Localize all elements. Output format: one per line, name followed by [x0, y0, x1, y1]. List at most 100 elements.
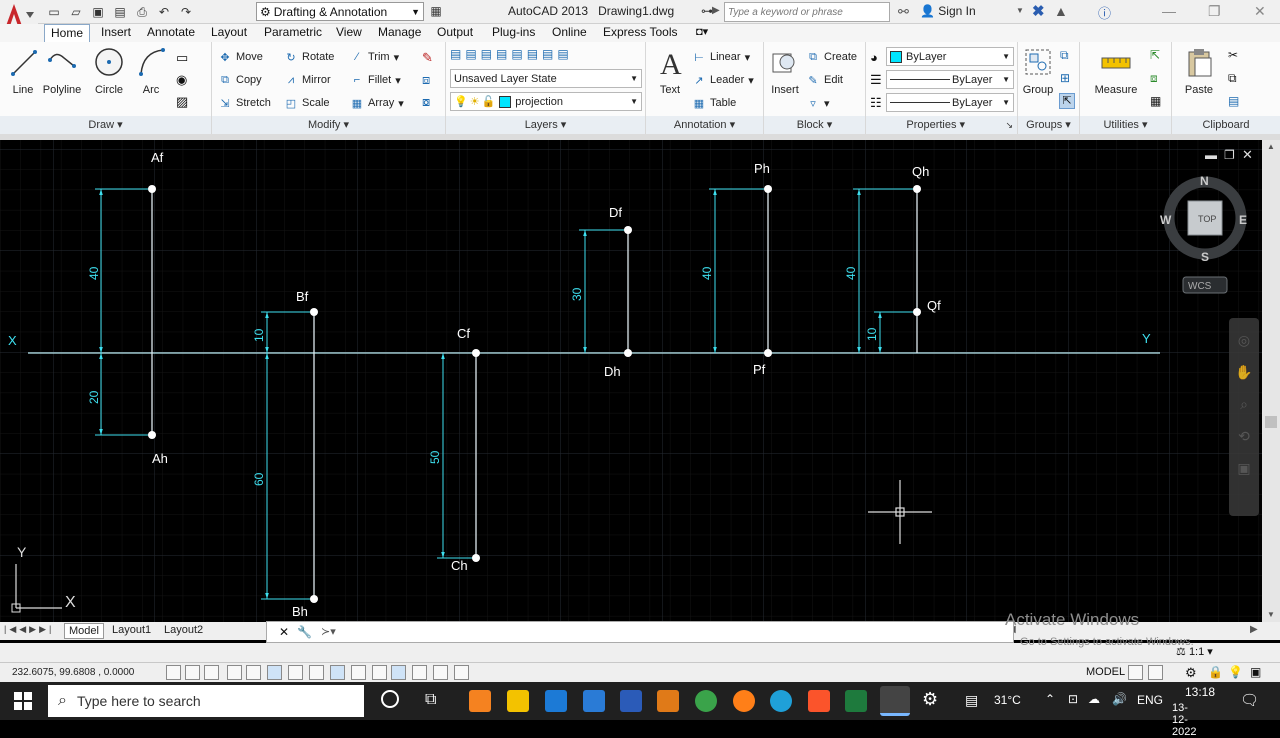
clock-time[interactable]: 13:18 [1185, 685, 1215, 699]
linetype-dropdown[interactable]: ByLayer ▼ [886, 70, 1014, 89]
clean-screen-icon[interactable]: ▣ [1250, 665, 1265, 680]
plot-icon[interactable]: ⎙ [134, 4, 150, 20]
tab-layout1[interactable]: Layout1 [108, 623, 155, 639]
word-icon[interactable] [620, 690, 642, 712]
expand-icon[interactable]: ▶ [712, 5, 720, 16]
autocad-taskbar-icon[interactable] [880, 686, 910, 716]
annotation-panel-title[interactable]: Annotation ▾ [646, 116, 763, 134]
ortho-mode-icon[interactable] [227, 665, 242, 680]
tab-navigation-icons[interactable]: |◀◀▶▶| [4, 624, 54, 635]
draw-panel-title[interactable]: Draw ▾ [0, 116, 211, 134]
scroll-thumb[interactable] [1265, 416, 1277, 428]
point-bf[interactable] [310, 308, 318, 316]
clock-date[interactable]: 13-12-2022 [1172, 702, 1196, 738]
arc-button[interactable]: Arc [128, 46, 174, 96]
lineweight-dropdown[interactable]: ByLayer ▼ [886, 93, 1014, 112]
lineweight-icon[interactable]: ☰ [870, 72, 882, 88]
undo-icon[interactable]: ↶ [156, 4, 172, 20]
tab-express-tools[interactable]: Express Tools [603, 25, 677, 39]
object-tracking-icon[interactable] [309, 665, 324, 680]
tab-manage[interactable]: Manage [378, 25, 421, 39]
gradient-icon[interactable]: ▨ [176, 94, 188, 110]
lock-ui-icon[interactable]: 🔒 [1208, 665, 1223, 680]
minimize-icon[interactable]: — [1162, 3, 1176, 19]
language-indicator[interactable]: ENG [1137, 693, 1163, 707]
edit-block-button[interactable]: ✎ Edit [806, 71, 843, 89]
utilities-panel-title[interactable]: Utilities ▾ [1080, 116, 1171, 134]
layer-icon[interactable]: ▦ [428, 3, 444, 19]
file-explorer-icon[interactable] [507, 690, 529, 712]
temperature[interactable]: 31°C [994, 693, 1021, 707]
ungroup-icon[interactable]: ⧉ [1060, 48, 1069, 63]
table-button[interactable]: ▦ Table [692, 94, 737, 112]
onedrive-icon[interactable]: ☁ [1088, 692, 1100, 706]
tab-layout[interactable]: Layout [211, 25, 247, 39]
hatch-icon[interactable]: ◉ [176, 72, 187, 88]
settings-icon[interactable]: ⚙ [922, 689, 938, 710]
network-icon[interactable]: ⊡ [1068, 692, 1078, 706]
dialog-launcher-icon[interactable]: ↘ [1005, 116, 1013, 134]
annotation-scale-button[interactable]: ⚖ 1:1 ▾ [1176, 645, 1213, 658]
new-icon[interactable]: ▭ [46, 4, 62, 20]
point-pf[interactable] [764, 349, 772, 357]
infer-constraints-icon[interactable] [166, 665, 181, 680]
cortana-icon[interactable] [381, 690, 399, 708]
color-dropdown[interactable]: ByLayer ▼ [886, 47, 1014, 66]
scroll-down-icon[interactable]: ▼ [1267, 610, 1275, 619]
3d-osnap-icon[interactable] [288, 665, 303, 680]
match-icon[interactable]: ▤ [1228, 94, 1239, 108]
dynamic-input-icon[interactable] [351, 665, 366, 680]
modify-panel-title[interactable]: Modify ▾ [212, 116, 445, 134]
point-dh[interactable] [624, 349, 632, 357]
vertical-scrollbar[interactable]: ▲ ▼ [1262, 140, 1280, 622]
cut-icon[interactable]: ✂ [1228, 48, 1238, 62]
quick-properties-icon[interactable] [412, 665, 427, 680]
select-all-icon[interactable]: ⧈ [1150, 71, 1158, 86]
sign-in-button[interactable]: 👤 Sign In [920, 4, 976, 18]
tab-annotate[interactable]: Annotate [147, 25, 195, 39]
mirror-button[interactable]: ⩘ Mirror [284, 71, 331, 89]
task-view-icon[interactable]: ⧉ [425, 691, 436, 709]
stretch-button[interactable]: ⇲ Stretch [218, 94, 270, 112]
point-af[interactable] [148, 185, 156, 193]
scale-button[interactable]: ◰ Scale [284, 94, 330, 112]
viewport-close-icon[interactable]: ✕ [1242, 147, 1253, 162]
scroll-up-icon[interactable]: ▲ [1267, 142, 1275, 151]
search-input[interactable]: Type a keyword or phrase [724, 2, 890, 22]
point-df[interactable] [624, 226, 632, 234]
mail-icon[interactable] [545, 690, 567, 712]
insert-button[interactable]: Insert [764, 46, 806, 96]
point-ah[interactable] [148, 431, 156, 439]
transparency-icon[interactable] [391, 665, 406, 680]
layer-tools-icons[interactable]: ▤▤▤▤▤▤▤▤ [450, 47, 573, 61]
command-line[interactable]: ✕ 🔧 ≻▾ [266, 621, 1014, 643]
grid-display-icon[interactable] [204, 665, 219, 680]
block-attributes-button[interactable]: ▿ ▾ [806, 94, 829, 112]
vlc-icon[interactable] [469, 690, 491, 712]
lineweight-toggle-icon[interactable] [372, 665, 387, 680]
brave-icon[interactable] [808, 690, 830, 712]
save-icon[interactable]: ▣ [90, 4, 106, 20]
autodesk-360-icon[interactable]: ▲ [1054, 3, 1068, 19]
linetype-icon[interactable]: ☷ [870, 95, 882, 111]
binoculars-icon[interactable]: ⚯ [898, 4, 909, 20]
move-button[interactable]: ✥ Move [218, 48, 263, 66]
block-panel-title[interactable]: Block ▾ [764, 116, 865, 134]
copy-button[interactable]: ⧉ Copy [218, 71, 262, 89]
clipboard-panel-title[interactable]: Clipboard [1172, 116, 1280, 134]
rectangle-icon[interactable]: ▭ [176, 50, 188, 66]
group-edit-icon[interactable]: ⊞ [1060, 71, 1070, 85]
array-button[interactable]: ▦ Array ▾ [350, 94, 404, 112]
point-qh[interactable] [913, 185, 921, 193]
tab-model[interactable]: Model [64, 623, 104, 639]
store-icon[interactable] [583, 690, 605, 712]
explode-icon[interactable]: ⧈ [422, 72, 430, 88]
close-cmd-icon[interactable]: ✕ [279, 625, 289, 639]
rotate-button[interactable]: ↻ Rotate [284, 48, 334, 66]
ribbon-toggle-icon[interactable]: ◘▾ [696, 25, 708, 38]
tab-layout2[interactable]: Layout2 [160, 623, 207, 639]
video-editor-icon[interactable] [657, 690, 679, 712]
selection-cycling-icon[interactable] [433, 665, 448, 680]
trim-button[interactable]: ⁄ Trim ▾ [350, 48, 399, 66]
polyline-button[interactable]: Polyline [38, 46, 86, 96]
